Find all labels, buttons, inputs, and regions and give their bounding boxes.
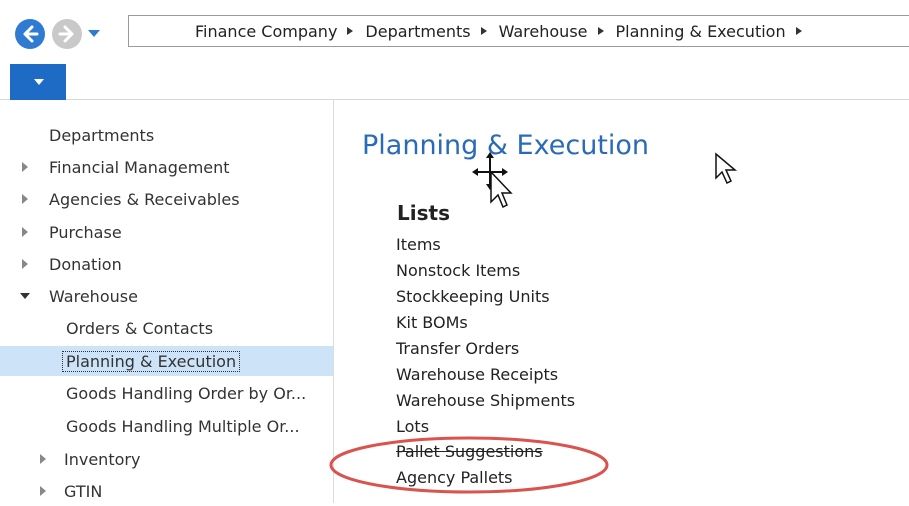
move-cursor-icon bbox=[472, 152, 513, 209]
highlight-ellipse bbox=[329, 436, 609, 494]
expand-arrow-icon[interactable] bbox=[22, 194, 28, 204]
list-link-warehouse-shipments[interactable]: Warehouse Shipments bbox=[396, 391, 575, 410]
tree-item-warehouse[interactable]: Warehouse bbox=[0, 281, 333, 311]
section-title-lists: Lists bbox=[397, 201, 450, 225]
tree-item-financial-management[interactable]: Financial Management bbox=[0, 152, 333, 182]
expand-arrow-icon[interactable] bbox=[40, 486, 46, 496]
tree-item-donation[interactable]: Donation bbox=[0, 249, 333, 279]
list-link-transfer-orders[interactable]: Transfer Orders bbox=[396, 339, 519, 358]
navigation-pane: Departments Financial Management Agencie… bbox=[0, 100, 334, 503]
arrow-right-icon bbox=[58, 25, 74, 43]
tree-item-goods-handling-order[interactable]: Goods Handling Order by Or... bbox=[0, 378, 333, 408]
tree-item-label: Orders & Contacts bbox=[66, 318, 214, 338]
expand-arrow-icon[interactable] bbox=[22, 162, 28, 172]
chevron-right-icon bbox=[480, 27, 487, 35]
arrow-left-icon bbox=[23, 25, 39, 43]
expand-arrow-icon[interactable] bbox=[22, 227, 28, 237]
breadcrumb: Finance Company Departments Warehouse Pl… bbox=[195, 16, 814, 46]
tree-item-label: Agencies & Receivables bbox=[49, 189, 240, 209]
application-menu-button[interactable] bbox=[10, 64, 66, 100]
breadcrumb-item[interactable]: Departments bbox=[365, 22, 470, 41]
address-bar[interactable]: Finance Company Departments Warehouse Pl… bbox=[128, 15, 909, 47]
list-link-warehouse-receipts[interactable]: Warehouse Receipts bbox=[396, 365, 558, 384]
forward-button[interactable] bbox=[52, 19, 82, 49]
list-link-items[interactable]: Items bbox=[396, 235, 441, 254]
tree-item-label: Departments bbox=[49, 125, 155, 145]
chevron-right-icon bbox=[347, 27, 354, 35]
list-link-kit-boms[interactable]: Kit BOMs bbox=[396, 313, 468, 332]
tree-item-label: Inventory bbox=[64, 449, 141, 469]
tree-item-label: GTIN bbox=[64, 481, 103, 501]
expand-arrow-icon[interactable] bbox=[22, 259, 28, 269]
expand-arrow-icon[interactable] bbox=[40, 454, 46, 464]
pointer-cursor-icon bbox=[715, 152, 738, 185]
tree-item-planning-execution[interactable]: Planning & Execution bbox=[0, 346, 333, 376]
tree-item-label: Goods Handling Multiple Or... bbox=[66, 416, 300, 436]
breadcrumb-item[interactable]: Finance Company bbox=[195, 22, 337, 41]
tree-item-label: Goods Handling Order by Or... bbox=[66, 383, 307, 403]
tree-item-purchase[interactable]: Purchase bbox=[0, 217, 333, 247]
tree-item-agencies-receivables[interactable]: Agencies & Receivables bbox=[0, 184, 333, 214]
tree-item-label: Donation bbox=[49, 254, 122, 274]
tree-item-orders-contacts[interactable]: Orders & Contacts bbox=[0, 313, 333, 343]
back-button[interactable] bbox=[15, 19, 45, 49]
navigation-bar: Finance Company Departments Warehouse Pl… bbox=[0, 0, 909, 62]
tree-root[interactable]: Departments bbox=[0, 120, 333, 150]
chevron-down-icon[interactable] bbox=[88, 30, 100, 38]
list-link-stockkeeping-units[interactable]: Stockkeeping Units bbox=[396, 287, 550, 306]
tree-item-label: Warehouse bbox=[49, 286, 138, 306]
tree-item-label: Purchase bbox=[49, 222, 122, 242]
tree-item-gtin[interactable]: GTIN bbox=[0, 476, 333, 506]
breadcrumb-item[interactable]: Warehouse bbox=[499, 22, 588, 41]
tree-item-label: Planning & Execution bbox=[62, 350, 241, 372]
tree-item-goods-handling-multiple[interactable]: Goods Handling Multiple Or... bbox=[0, 411, 333, 441]
tree-item-label: Financial Management bbox=[49, 157, 230, 177]
chevron-down-icon bbox=[34, 79, 44, 85]
chevron-right-icon bbox=[795, 27, 802, 35]
list-link-nonstock-items[interactable]: Nonstock Items bbox=[396, 261, 520, 280]
ribbon bbox=[0, 62, 909, 100]
tree-item-inventory[interactable]: Inventory bbox=[0, 444, 333, 474]
breadcrumb-item[interactable]: Planning & Execution bbox=[616, 22, 786, 41]
chevron-right-icon bbox=[597, 27, 604, 35]
collapse-arrow-icon[interactable] bbox=[20, 293, 30, 299]
